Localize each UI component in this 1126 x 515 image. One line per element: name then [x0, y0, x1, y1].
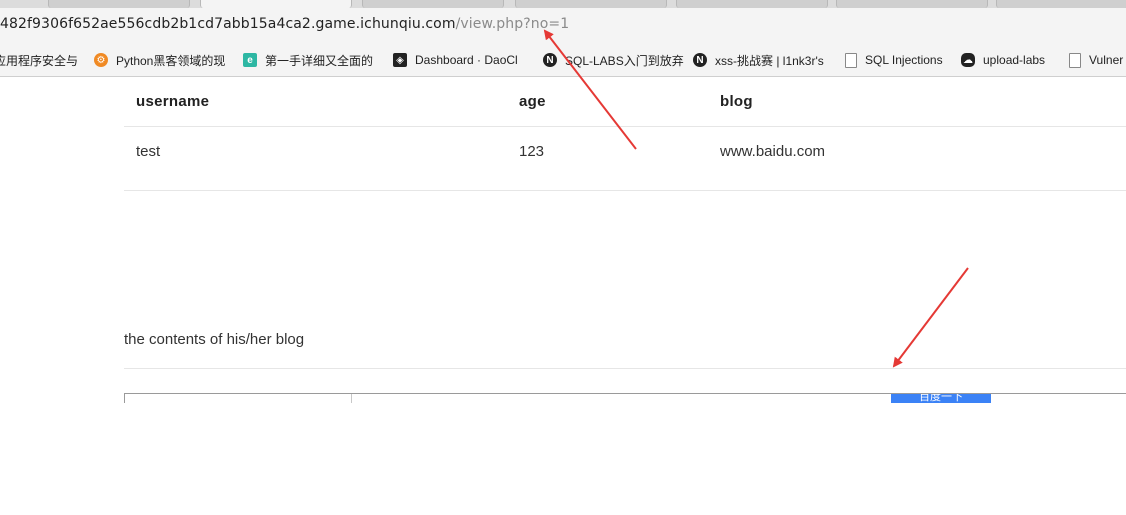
annotation-arrow-url: [543, 29, 637, 150]
annotation-arrow-iframe: [892, 267, 969, 368]
annotation-arrows: [543, 29, 969, 368]
